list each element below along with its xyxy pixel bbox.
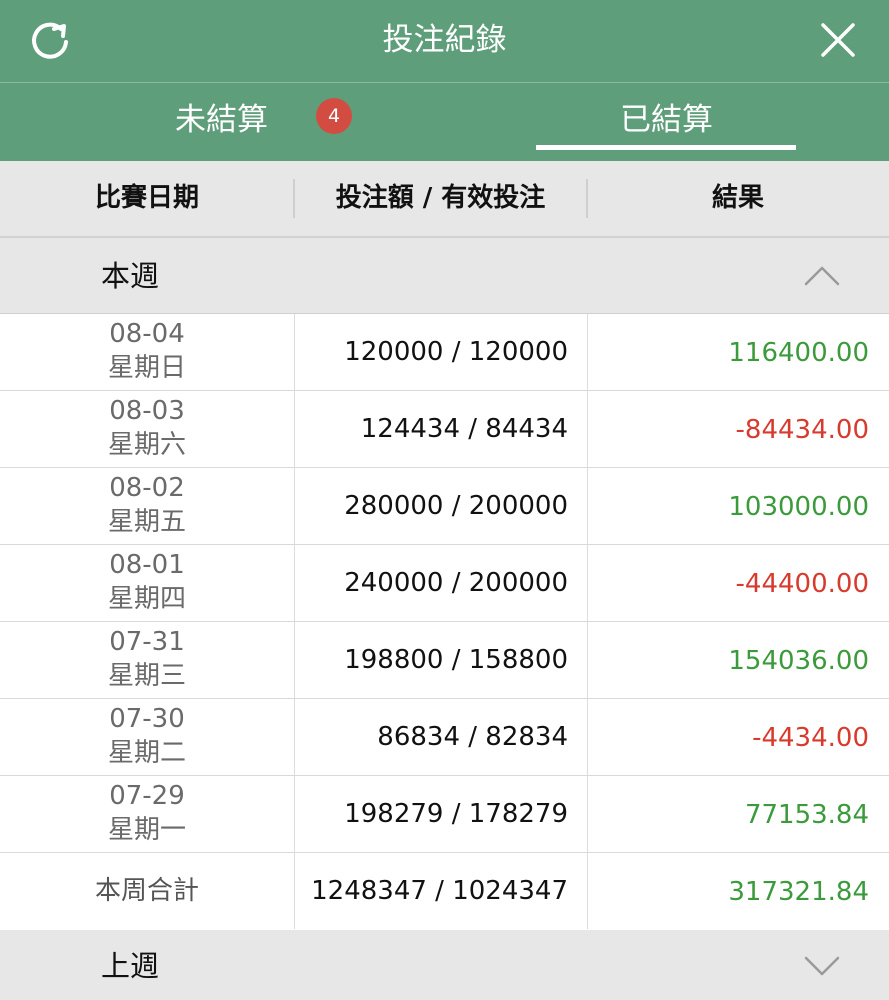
match-weekday: 星期三 xyxy=(107,661,186,691)
record-row[interactable]: 08-01 星期四 240000 / 200000 -44400.00 xyxy=(0,544,889,621)
match-date: 07-29 xyxy=(109,781,185,811)
page-title: 投注紀錄 xyxy=(382,22,507,58)
result-cell: -4434.00 xyxy=(587,699,869,775)
match-date: 08-03 xyxy=(109,396,185,426)
close-button[interactable] xyxy=(815,17,861,63)
match-weekday: 星期四 xyxy=(107,584,186,614)
tab-settled[interactable]: 已結算 xyxy=(444,83,889,161)
total-stake-cell: 1248347 / 1024347 xyxy=(294,853,568,929)
match-date: 08-04 xyxy=(109,319,185,349)
date-cell: 07-31 星期三 xyxy=(0,622,294,698)
group-label-this-week: 本週 xyxy=(101,259,160,293)
group-header-last-week[interactable]: 上週 xyxy=(0,930,889,1000)
result-cell: 103000.00 xyxy=(587,468,869,544)
chevron-down-icon xyxy=(804,956,840,976)
match-date: 07-31 xyxy=(109,627,185,657)
date-cell: 07-29 星期一 xyxy=(0,776,294,852)
date-cell: 07-30 星期二 xyxy=(0,699,294,775)
records-list: 08-04 星期日 120000 / 120000 116400.00 08-0… xyxy=(0,313,889,929)
record-row[interactable]: 08-03 星期六 124434 / 84434 -84434.00 xyxy=(0,390,889,467)
tab-settled-label: 已結算 xyxy=(620,102,713,138)
close-icon xyxy=(821,23,855,57)
total-label-cell: 本周合計 xyxy=(0,853,294,929)
total-result-cell: 317321.84 xyxy=(587,853,869,929)
match-weekday: 星期二 xyxy=(107,738,186,768)
result-cell: 116400.00 xyxy=(587,314,869,390)
stake-cell: 124434 / 84434 xyxy=(294,391,568,467)
record-row[interactable]: 08-04 星期日 120000 / 120000 116400.00 xyxy=(0,313,889,390)
weekly-total-label: 本周合計 xyxy=(94,876,199,906)
match-date: 08-01 xyxy=(109,550,185,580)
record-row[interactable]: 07-30 星期二 86834 / 82834 -4434.00 xyxy=(0,698,889,775)
tab-unsettled-label: 未結算 xyxy=(175,102,268,138)
match-weekday: 星期一 xyxy=(107,815,186,845)
result-cell: 77153.84 xyxy=(587,776,869,852)
unsettled-count-badge: 4 xyxy=(316,98,352,134)
group-label-last-week: 上週 xyxy=(101,949,160,983)
column-header-stake: 投注額 / 有效投注 xyxy=(335,183,546,213)
match-date: 08-02 xyxy=(109,473,185,503)
match-weekday: 星期五 xyxy=(107,507,186,537)
result-cell: -84434.00 xyxy=(587,391,869,467)
tab-unsettled[interactable]: 未結算 4 xyxy=(0,83,444,161)
stake-cell: 198279 / 178279 xyxy=(294,776,568,852)
result-cell: -44400.00 xyxy=(587,545,869,621)
stake-cell: 86834 / 82834 xyxy=(294,699,568,775)
column-header-result: 結果 xyxy=(711,183,764,213)
stake-cell: 240000 / 200000 xyxy=(294,545,568,621)
record-row[interactable]: 07-29 星期一 198279 / 178279 77153.84 xyxy=(0,775,889,852)
weekly-total-row: 本周合計 1248347 / 1024347 317321.84 xyxy=(0,852,889,929)
record-row[interactable]: 07-31 星期三 198800 / 158800 154036.00 xyxy=(0,621,889,698)
title-bar: 投注紀錄 xyxy=(0,0,889,83)
match-date: 07-30 xyxy=(109,704,185,734)
chevron-up-icon xyxy=(804,266,840,286)
stake-cell: 120000 / 120000 xyxy=(294,314,568,390)
column-header-date: 比賽日期 xyxy=(94,183,199,213)
date-cell: 08-02 星期五 xyxy=(0,468,294,544)
stake-cell: 198800 / 158800 xyxy=(294,622,568,698)
match-weekday: 星期日 xyxy=(107,353,186,383)
result-cell: 154036.00 xyxy=(587,622,869,698)
date-cell: 08-04 星期日 xyxy=(0,314,294,390)
stake-cell: 280000 / 200000 xyxy=(294,468,568,544)
group-header-this-week[interactable]: 本週 xyxy=(0,238,889,314)
active-tab-indicator xyxy=(536,145,796,150)
column-header: 比賽日期 投注額 / 有效投注 結果 xyxy=(0,161,889,238)
date-cell: 08-01 星期四 xyxy=(0,545,294,621)
match-weekday: 星期六 xyxy=(107,430,186,460)
tab-bar: 未結算 4 已結算 xyxy=(0,83,889,161)
record-row[interactable]: 08-02 星期五 280000 / 200000 103000.00 xyxy=(0,467,889,544)
date-cell: 08-03 星期六 xyxy=(0,391,294,467)
